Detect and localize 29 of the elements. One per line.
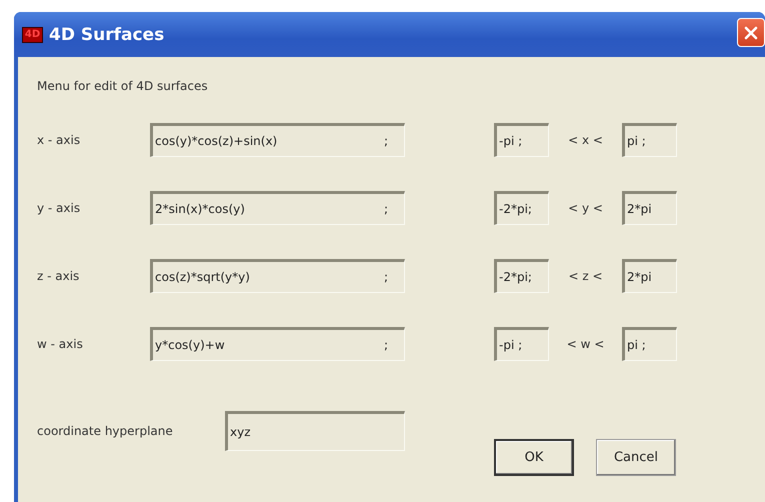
axis-label: w - axis bbox=[37, 337, 84, 351]
dialog-button[interactable]: OK bbox=[494, 439, 574, 476]
dialog-heading: Menu for edit of 4D surfaces bbox=[37, 79, 209, 93]
hyperplane-label: coordinate hyperplane bbox=[37, 424, 174, 438]
close-button[interactable] bbox=[737, 18, 765, 47]
formula-field[interactable]: cos(y)*cos(z)+sin(x) ; bbox=[150, 123, 405, 157]
axis-label: z - axis bbox=[37, 269, 80, 283]
range-relation: < x < bbox=[567, 133, 604, 147]
range-relation: < z < bbox=[567, 269, 604, 283]
axis-label: x - axis bbox=[37, 133, 82, 147]
axis-label: y - axis bbox=[37, 201, 82, 215]
range-relation: < w < bbox=[566, 337, 606, 351]
formula-field[interactable]: 2*sin(x)*cos(y) ; bbox=[150, 191, 405, 225]
dialog-button[interactable]: Cancel bbox=[596, 439, 676, 476]
max-field[interactable]: pi ; bbox=[622, 123, 677, 157]
min-field[interactable]: -pi ; bbox=[494, 123, 549, 157]
min-field[interactable]: -2*pi; bbox=[494, 191, 549, 225]
formula-field[interactable]: y*cos(y)+w ; bbox=[150, 327, 405, 361]
close-icon bbox=[743, 24, 759, 40]
min-field[interactable]: -pi ; bbox=[494, 327, 549, 361]
max-field[interactable]: 2*pi bbox=[622, 191, 677, 225]
range-relation: < y < bbox=[567, 201, 604, 215]
window-title: 4D Surfaces bbox=[49, 24, 164, 44]
app-icon: 4D bbox=[22, 26, 43, 42]
formula-field[interactable]: cos(z)*sqrt(y*y) ; bbox=[150, 259, 405, 293]
max-field[interactable]: 2*pi bbox=[622, 259, 677, 293]
max-field[interactable]: pi ; bbox=[622, 327, 677, 361]
hyperplane-field[interactable]: xyz bbox=[225, 411, 405, 451]
min-field[interactable]: -2*pi; bbox=[494, 259, 549, 293]
